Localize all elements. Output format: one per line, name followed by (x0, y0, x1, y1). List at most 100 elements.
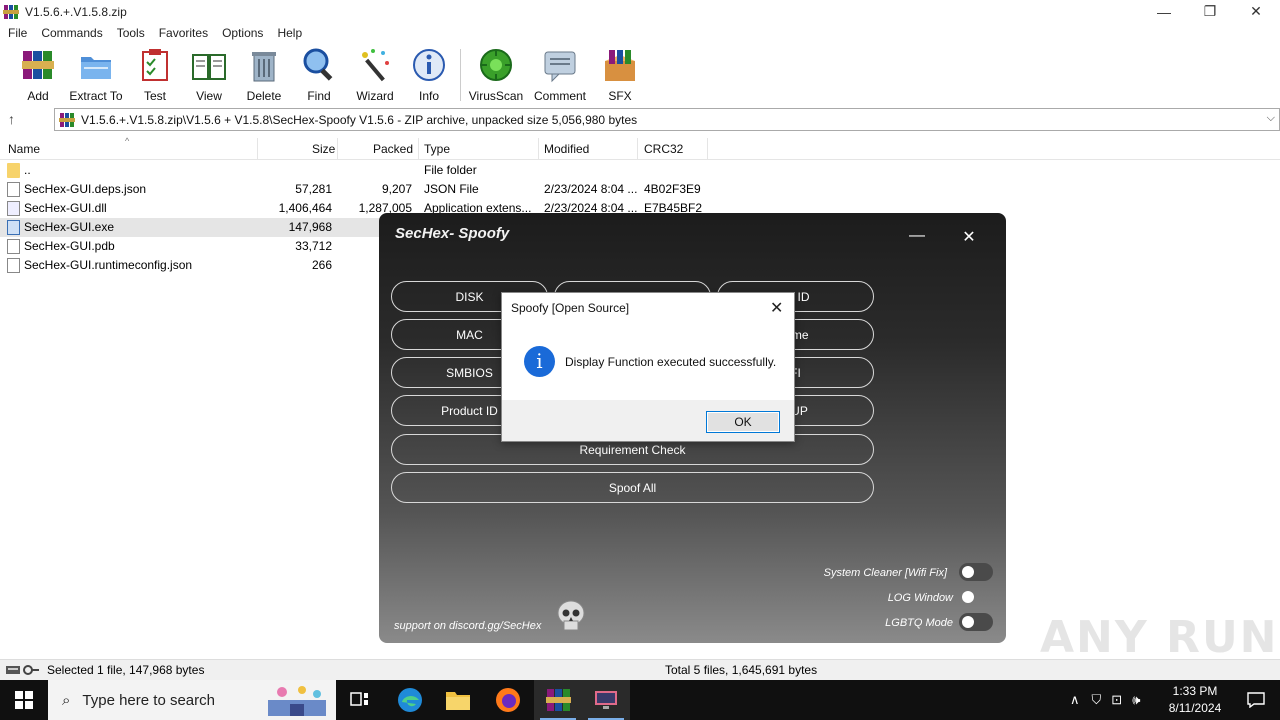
menu-help[interactable]: Help (271, 26, 308, 40)
sechex-close-button[interactable]: ✕ (961, 227, 977, 247)
task-view-button[interactable] (336, 680, 384, 720)
chevron-down-icon[interactable]: ⌵ (1267, 112, 1275, 125)
taskbar-clock[interactable]: 1:33 PM 8/11/2024 (1160, 683, 1230, 717)
column-divider[interactable] (337, 138, 338, 160)
sfx-box-icon (605, 50, 635, 81)
edge-taskbar-button[interactable] (386, 680, 434, 720)
system-cleaner-label: System Cleaner [Wifi Fix] (823, 567, 947, 579)
json-file-icon (7, 258, 20, 273)
maximize-button[interactable]: ❐ (1187, 0, 1233, 23)
notification-icon (1247, 692, 1265, 708)
list-item[interactable]: SecHex-GUI.deps.json 57,281 9,207 JSON F… (0, 180, 1280, 199)
archive-icon (59, 112, 75, 127)
column-divider[interactable] (257, 138, 258, 160)
column-packed[interactable]: Packed (373, 142, 413, 156)
winrar-app-icon (3, 4, 19, 19)
dll-file-icon (7, 201, 20, 216)
column-divider[interactable] (418, 138, 419, 160)
sfx-button[interactable]: SFX (590, 47, 650, 103)
virus-scan-icon (480, 49, 512, 81)
minimize-button[interactable]: — (1141, 0, 1187, 23)
close-button[interactable]: ✕ (1233, 0, 1279, 23)
column-type[interactable]: Type (424, 142, 450, 156)
notification-button[interactable] (1232, 680, 1280, 720)
winrar-taskbar-button[interactable] (534, 680, 582, 720)
search-placeholder: Type here to search (82, 691, 215, 709)
extract-to-button[interactable]: Extract To (66, 47, 126, 103)
sechex-taskbar-button[interactable] (582, 680, 630, 720)
column-divider[interactable] (637, 138, 638, 160)
menu-commands[interactable]: Commands (35, 26, 108, 40)
window-titlebar: V1.5.6.+.V1.5.8.zip — ❐ ✕ (0, 0, 1280, 23)
system-cleaner-toggle[interactable] (959, 563, 993, 581)
magnifier-icon (303, 48, 333, 81)
volume-icon[interactable]: 🕪 (1132, 692, 1140, 708)
comment-icon (544, 51, 576, 83)
address-field[interactable]: V1.5.6.+.V1.5.8.zip\V1.5.6 + V1.5.8\SecH… (54, 108, 1280, 131)
taskbar-search[interactable]: ⌕ Type here to search (48, 680, 336, 720)
test-button[interactable]: Test (125, 47, 185, 103)
comment-button[interactable]: Comment (530, 47, 590, 103)
json-file-icon (7, 182, 20, 197)
menu-favorites[interactable]: Favorites (153, 26, 214, 40)
find-button[interactable]: Find (289, 47, 349, 103)
taskbar: ⌕ Type here to search ∧ ⛉ ⊡ 🕪 1:33 PM 8/… (0, 680, 1280, 720)
spoof-all-button[interactable]: Spoof All (391, 472, 874, 503)
pdb-file-icon (7, 239, 20, 254)
column-name[interactable]: Name (8, 142, 40, 156)
chevron-up-icon[interactable]: ∧ (1070, 692, 1080, 708)
network-icon[interactable]: ⊡ (1111, 692, 1122, 708)
column-size[interactable]: Size (312, 142, 335, 156)
sechex-minimize-button[interactable]: — (909, 227, 925, 245)
firefox-taskbar-button[interactable] (484, 680, 532, 720)
log-window-label: LOG Window (887, 592, 953, 604)
lgbtq-mode-label: LGBTQ Mode (885, 617, 953, 629)
info-icon (413, 49, 445, 81)
firefox-icon (496, 688, 520, 712)
security-icon[interactable]: ⛉ (1092, 692, 1102, 708)
menu-tools[interactable]: Tools (111, 26, 151, 40)
folder-icon (446, 692, 470, 710)
anyrun-watermark: ANY RUN (1040, 612, 1279, 663)
menu-bar: File Commands Tools Favorites Options He… (0, 23, 1280, 43)
view-book-icon (192, 54, 226, 80)
sort-ascending-icon: ^ (125, 136, 130, 146)
virusscan-button[interactable]: VirusScan (466, 47, 526, 103)
file-list-header: ^ Name Size Packed Type Modified CRC32 (0, 136, 1280, 160)
add-button[interactable]: Add (8, 47, 68, 103)
toolbar-separator (460, 49, 461, 101)
task-view-icon (350, 692, 368, 706)
file-explorer-taskbar-button[interactable] (434, 680, 482, 720)
disk-key-icon (6, 665, 39, 675)
column-divider[interactable] (538, 138, 539, 160)
info-button[interactable]: Info (399, 47, 459, 103)
window-title: V1.5.6.+.V1.5.8.zip (25, 4, 127, 19)
sechex-title: SecHex- Spoofy (395, 225, 510, 242)
view-button[interactable]: View (179, 47, 239, 103)
column-divider[interactable] (707, 138, 708, 160)
up-folder-icon[interactable]: ↑ (8, 111, 15, 127)
menu-file[interactable]: File (2, 26, 33, 40)
lgbtq-mode-toggle[interactable] (959, 613, 993, 631)
add-archive-icon (22, 51, 54, 79)
wizard-button[interactable]: Wizard (345, 47, 405, 103)
column-crc32[interactable]: CRC32 (644, 142, 683, 156)
exe-file-icon (7, 220, 20, 235)
skull-icon (557, 600, 585, 631)
address-bar: ↑ V1.5.6.+.V1.5.8.zip\V1.5.6 + V1.5.8\Se… (0, 108, 1280, 132)
menu-options[interactable]: Options (216, 26, 269, 40)
start-button[interactable] (0, 680, 48, 720)
extract-folder-icon (81, 57, 111, 79)
search-icon: ⌕ (62, 691, 71, 709)
support-link[interactable]: support on discord.gg/SecHex (394, 620, 541, 632)
test-clipboard-icon (142, 49, 168, 81)
status-selection: Selected 1 file, 147,968 bytes (47, 663, 205, 677)
delete-button[interactable]: Delete (234, 47, 294, 103)
column-modified[interactable]: Modified (544, 142, 589, 156)
info-icon: i (524, 346, 555, 377)
log-window-toggle[interactable] (959, 588, 993, 606)
folder-icon (7, 163, 20, 178)
ok-button[interactable]: OK (706, 411, 780, 433)
dialog-close-button[interactable]: ✕ (770, 298, 783, 318)
list-item[interactable]: .. File folder (0, 161, 1280, 180)
